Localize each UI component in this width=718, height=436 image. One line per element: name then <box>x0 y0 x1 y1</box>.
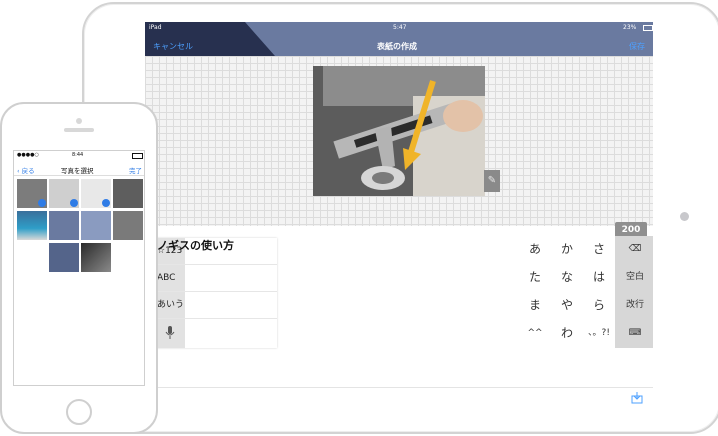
page-title: 表紙の作成 <box>377 42 417 51</box>
photo-thumbnail[interactable] <box>81 211 111 240</box>
backspace-key[interactable]: ⌫ <box>615 236 653 263</box>
checkmark-icon <box>102 199 110 207</box>
key-ra[interactable]: ら <box>584 292 614 319</box>
photo-thumbnail[interactable] <box>17 211 47 240</box>
battery-icon <box>643 25 653 31</box>
key-sa[interactable]: さ <box>584 236 614 263</box>
done-button[interactable]: 完了 <box>129 165 142 175</box>
keyboard-function-column: ⌫ 空白 改行 ⌨ <box>615 236 653 348</box>
microphone-icon <box>165 326 175 339</box>
iphone-signal-icon: ●●●●○ <box>17 152 39 158</box>
key-punctuation[interactable]: 、。?! <box>584 320 614 347</box>
iphone-home-button[interactable] <box>66 399 92 425</box>
key-wa[interactable]: わ <box>552 320 582 347</box>
iphone-battery-icon <box>132 153 143 159</box>
photo-thumbnail[interactable] <box>17 179 47 208</box>
kana-keyboard: あ か さ た な は ま や ら ^^ わ 、。?! ⌫ 空白 改行 ⌨ <box>520 236 653 348</box>
iphone-camera <box>76 118 82 124</box>
key-na[interactable]: な <box>552 264 582 291</box>
photo-thumbnail[interactable] <box>49 243 79 272</box>
space-key[interactable]: 空白 <box>615 264 653 291</box>
keyboard-mode-abc[interactable]: ABC <box>155 265 277 292</box>
keyboard-mode-kana[interactable]: あいう <box>155 292 277 319</box>
caliper-photo-illustration <box>313 66 485 196</box>
photo-thumbnail[interactable] <box>49 211 79 240</box>
keyboard-mode-panel: ☆123 ABC あいう <box>155 238 277 348</box>
share-icon[interactable] <box>631 392 643 404</box>
iphone-screen: ●●●●○ 8:44 ‹ 戻る 写真を選択 完了 <box>13 150 145 386</box>
photo-thumbnail[interactable] <box>113 179 143 208</box>
key-a[interactable]: あ <box>520 236 550 263</box>
iphone-speaker <box>64 128 94 132</box>
key-ma[interactable]: ま <box>520 292 550 319</box>
back-button[interactable]: ‹ 戻る <box>17 165 35 175</box>
photo-thumbnail[interactable] <box>81 179 111 208</box>
status-device: iPad <box>149 24 162 31</box>
checkmark-icon <box>70 199 78 207</box>
checkmark-icon <box>38 199 46 207</box>
return-key[interactable]: 改行 <box>615 292 653 319</box>
status-battery: 23% <box>623 24 637 31</box>
key-ka[interactable]: か <box>552 236 582 263</box>
cover-photo[interactable] <box>313 66 485 196</box>
keyboard-mode-dictation[interactable] <box>155 319 277 346</box>
status-time: 5:47 <box>393 24 407 31</box>
cancel-button[interactable]: キャンセル <box>153 41 193 52</box>
key-emoticon[interactable]: ^^ <box>520 320 550 347</box>
eraser-icon[interactable]: ✎ <box>484 170 500 192</box>
back-label: 戻る <box>21 167 35 175</box>
cover-title-text[interactable]: ノギスの使い方 <box>157 237 234 253</box>
save-button[interactable]: 保存 <box>629 41 645 52</box>
iphone-status-time: 8:44 <box>72 152 84 158</box>
iphone-nav-divider <box>14 175 144 176</box>
ipad-camera <box>680 212 689 221</box>
bottom-divider <box>145 387 653 388</box>
ipad-screen: iPad 5:47 23% キャンセル 表紙の作成 保存 ✎ ☆123 ABC … <box>145 22 653 410</box>
photo-thumbnail[interactable] <box>81 243 111 272</box>
key-ha[interactable]: は <box>584 264 614 291</box>
key-ya[interactable]: や <box>552 292 582 319</box>
photo-thumbnail[interactable] <box>49 179 79 208</box>
hide-keyboard-key[interactable]: ⌨ <box>615 320 653 347</box>
photo-picker-title: 写真を選択 <box>61 167 94 175</box>
photo-thumbnail[interactable] <box>113 211 143 240</box>
key-ta[interactable]: た <box>520 264 550 291</box>
